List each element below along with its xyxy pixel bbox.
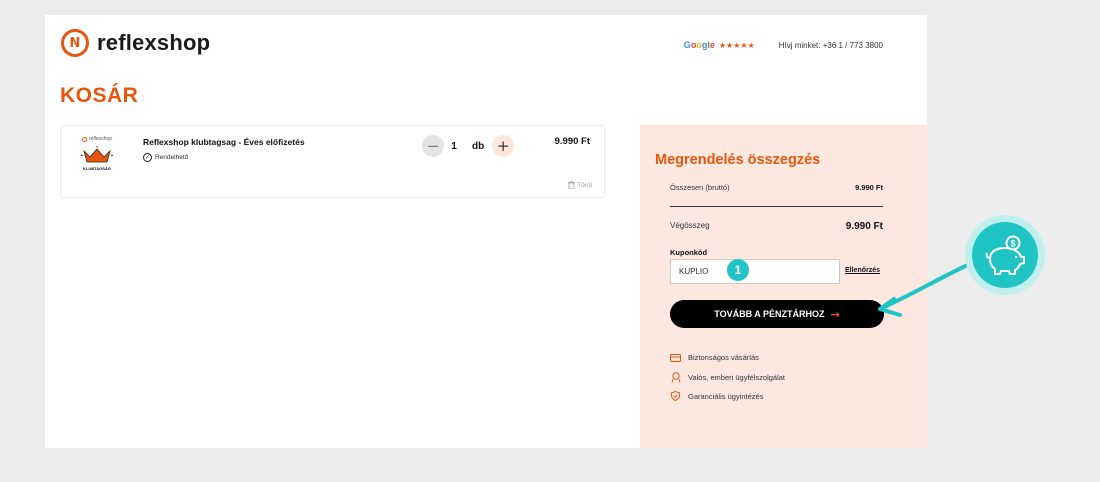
google-logo: Google (683, 40, 715, 50)
google-rating[interactable]: Google ★★★★★ (684, 40, 755, 50)
benefit-support: Valós, emberi ügyfélszolgálat (670, 372, 785, 383)
checkout-label: TOVÁBB A PÉNZTÁRHOZ (714, 309, 825, 319)
trash-icon (568, 181, 576, 189)
product-image[interactable]: reflexshop KLUBTAGSÁG (73, 136, 121, 186)
item-price: 9.990 Ft (554, 136, 590, 147)
piggy-bank-icon: $ (972, 222, 1038, 288)
summary-title: Megrendelés összegzés (655, 152, 821, 168)
benefit-label: Biztonságos vásárlás (688, 353, 759, 362)
product-image-logo: reflexshop (81, 136, 112, 142)
gross-total-label: Összesen (bruttó) (670, 183, 730, 192)
gross-total-value: 9.990 Ft (855, 183, 883, 192)
quantity-unit: db (472, 140, 485, 152)
availability-label: Rendelhető (155, 154, 189, 161)
benefit-secure: Biztonságos vásárlás (670, 353, 759, 362)
benefit-warranty: Garanciális ügyintézés (670, 391, 763, 401)
credit-card-icon (670, 353, 681, 362)
shield-check-icon (670, 391, 681, 401)
check-circle-icon: ✓ (143, 153, 152, 162)
product-image-label: KLUBTAGSÁG (83, 166, 111, 171)
brand-name: reflexshop (97, 30, 211, 55)
page: N reflexshop Google ★★★★★ Hívj minket: +… (45, 15, 927, 448)
decrease-quantity-button[interactable]: − (422, 135, 444, 157)
phone-text[interactable]: Hívj minket: +36 1 / 773 3800 (779, 41, 883, 50)
increase-quantity-button[interactable]: + (492, 135, 515, 157)
page-title: KOSÁR (60, 84, 139, 107)
cart-item: reflexshop KLUBTAGSÁG Reflexshop klubtag… (60, 125, 605, 198)
brand-logo-icon: N (61, 29, 89, 57)
reflexshop-logo-icon (81, 136, 87, 142)
quantity-stepper: − 1 db + (422, 135, 515, 157)
arrow-right-icon: → (830, 307, 840, 321)
pointer-arrow (878, 261, 974, 317)
availability-status: ✓ Rendelhető (143, 153, 188, 162)
product-name[interactable]: Reflexshop klubtagsag - Éves előfizetés (143, 137, 305, 147)
grand-total-value: 9.990 Ft (845, 221, 883, 232)
coupon-label: Kuponkód (670, 248, 708, 257)
coupon-input[interactable]: KUPLIO (670, 259, 840, 284)
delete-label: Töröl (577, 181, 592, 189)
delete-button[interactable]: Töröl (568, 181, 592, 189)
grand-total-label: Végösszeg (670, 221, 710, 230)
benefit-label: Valós, emberi ügyfélszolgálat (688, 373, 785, 382)
grand-total-row: Végösszeg 9.990 Ft (670, 221, 883, 232)
rating-stars: ★★★★★ (718, 40, 755, 50)
svg-text:$: $ (1010, 239, 1015, 249)
crown-icon (80, 146, 114, 163)
brand[interactable]: N reflexshop (61, 29, 210, 57)
gross-total-row: Összesen (bruttó) 9.990 Ft (670, 183, 883, 192)
benefit-label: Garanciális ügyintézés (688, 391, 764, 401)
checkout-button[interactable]: TOVÁBB A PÉNZTÁRHOZ → (670, 300, 884, 328)
summary-divider (670, 206, 883, 207)
header-right: Google ★★★★★ Hívj minket: +36 1 / 773 38… (684, 40, 883, 50)
support-agent-icon (670, 372, 681, 383)
quantity-value[interactable]: 1 (450, 141, 458, 152)
step-badge: 1 (727, 259, 749, 281)
